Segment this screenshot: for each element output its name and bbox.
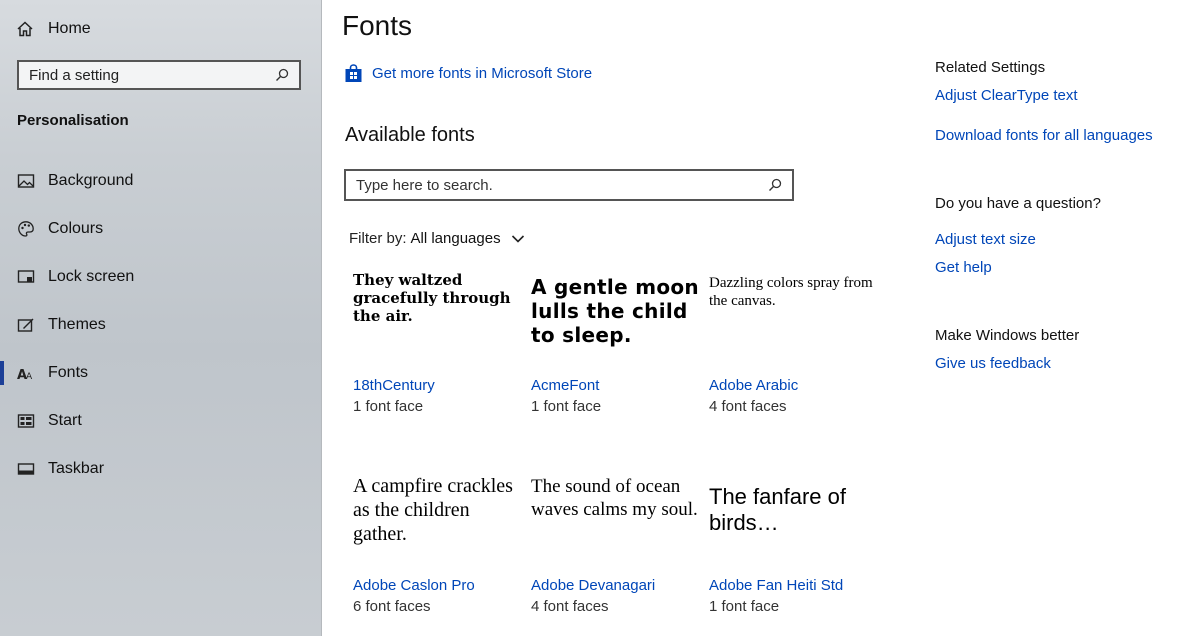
lock-screen-icon — [17, 268, 35, 286]
font-name: Adobe Arabic — [709, 377, 799, 394]
question-heading: Do you have a question? — [935, 195, 1101, 212]
make-windows-better-heading: Make Windows better — [935, 327, 1080, 344]
microsoft-store-link[interactable]: Get more fonts in Microsoft Store — [344, 64, 592, 83]
font-sample-text: Dazzling colors spray from the canvas. — [709, 275, 873, 309]
font-name: Adobe Devanagari — [531, 577, 656, 594]
font-name: 18thCentury — [353, 377, 435, 394]
find-setting-placeholder: Find a setting — [29, 66, 120, 84]
start-icon — [17, 412, 35, 430]
filter-value: All languages — [410, 230, 501, 247]
sidebar-item-label: Taskbar — [48, 460, 105, 477]
font-face-count: 1 font face — [531, 398, 602, 415]
font-sample-text: They waltzed gracefully through the air. — [353, 271, 511, 325]
sidebar-item-label: Background — [48, 172, 134, 189]
available-fonts-heading: Available fonts — [345, 124, 475, 146]
get-help-link[interactable]: Get help — [935, 259, 992, 276]
font-sample-text: A gentle moon lulls the child to sleep. — [531, 275, 699, 347]
search-icon — [276, 68, 289, 81]
related-settings-heading: Related Settings — [935, 59, 1046, 76]
sidebar-item-label: Fonts — [48, 364, 89, 381]
font-sample-text: The fanfare of birds… — [709, 484, 846, 536]
font-face-count: 4 font faces — [709, 398, 787, 415]
font-search-input[interactable]: Type here to search. — [344, 169, 794, 201]
font-card-acmefont[interactable]: A gentle moon lulls the child to sleep. … — [531, 275, 699, 421]
give-feedback-link[interactable]: Give us feedback — [935, 355, 1051, 372]
adjust-cleartype-link[interactable]: Adjust ClearType text — [935, 87, 1078, 104]
sidebar-item-taskbar[interactable]: Taskbar — [0, 449, 320, 489]
adjust-text-size-link[interactable]: Adjust text size — [935, 231, 1036, 248]
language-filter-dropdown[interactable]: Filter by: All languages — [349, 230, 525, 247]
font-card-adobe-fan-heiti-std[interactable]: The fanfare of birds… Adobe Fan Heiti St… — [709, 484, 874, 621]
home-icon — [17, 21, 33, 37]
font-face-count: 6 font faces — [353, 598, 431, 615]
svg-text:A: A — [26, 372, 33, 382]
find-setting-input[interactable]: Find a setting — [17, 60, 301, 90]
page-title: Fonts — [342, 10, 413, 41]
microsoft-store-link-label: Get more fonts in Microsoft Store — [372, 65, 593, 82]
section-title: Personalisation — [17, 112, 129, 129]
font-card-18thcentury[interactable]: They waltzed gracefully through the air.… — [353, 271, 518, 421]
home-label: Home — [48, 20, 91, 37]
themes-icon — [17, 316, 35, 334]
font-face-count: 1 font face — [353, 398, 424, 415]
chevron-down-icon — [511, 234, 524, 243]
sidebar-item-label: Colours — [48, 220, 104, 237]
fonts-icon: AA — [17, 364, 35, 382]
font-name: Adobe Caslon Pro — [353, 577, 475, 594]
font-card-adobe-arabic[interactable]: Dazzling colors spray from the canvas. A… — [709, 274, 874, 421]
font-face-count: 1 font face — [709, 598, 780, 615]
sidebar-item-themes[interactable]: Themes — [0, 305, 320, 345]
font-sample-text: The sound of ocean waves calms my soul. — [531, 476, 698, 520]
sidebar-item-start[interactable]: Start — [0, 401, 320, 441]
font-search-placeholder: Type here to search. — [356, 176, 493, 194]
font-card-adobe-caslon-pro[interactable]: A campfire crackles as the children gath… — [353, 474, 518, 621]
sidebar-item-colours[interactable]: Colours — [0, 209, 320, 249]
picture-icon — [17, 172, 35, 190]
download-fonts-link[interactable]: Download fonts for all languages — [935, 127, 1153, 144]
font-sample-text: A campfire crackles as the children gath… — [353, 475, 513, 545]
font-card-adobe-devanagari[interactable]: The sound of ocean waves calms my soul. … — [531, 476, 698, 621]
font-name: Adobe Fan Heiti Std — [709, 577, 844, 594]
store-icon — [345, 64, 362, 82]
sidebar-item-fonts[interactable]: AA Fonts — [0, 353, 320, 393]
taskbar-icon — [17, 460, 35, 478]
sidebar: Home Find a setting Personalisation Back… — [0, 0, 322, 636]
sidebar-item-label: Themes — [48, 316, 106, 333]
font-name: AcmeFont — [531, 377, 600, 394]
search-icon — [769, 178, 782, 191]
filter-label: Filter by: — [349, 230, 407, 247]
sidebar-item-label: Lock screen — [48, 268, 135, 285]
home-nav-item[interactable]: Home — [16, 18, 91, 40]
font-face-count: 4 font faces — [531, 598, 609, 615]
palette-icon — [17, 220, 35, 238]
sidebar-item-lock-screen[interactable]: Lock screen — [0, 257, 320, 297]
sidebar-item-label: Start — [48, 412, 82, 429]
sidebar-item-background[interactable]: Background — [0, 161, 320, 201]
